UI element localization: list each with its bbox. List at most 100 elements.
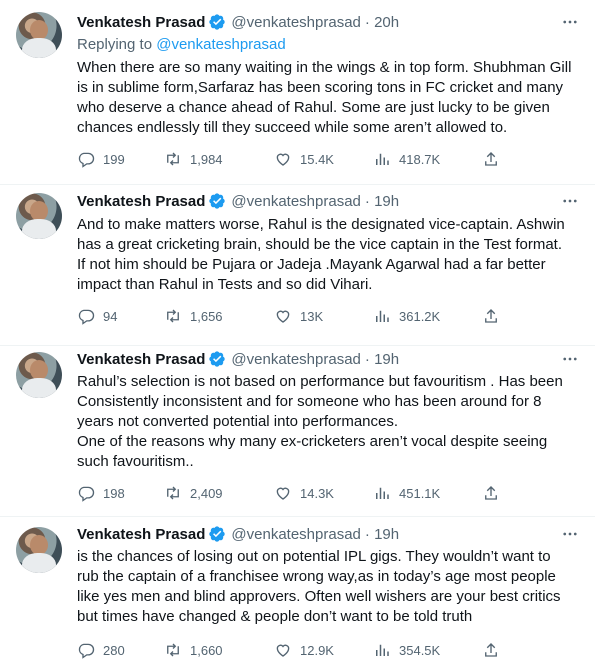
tweet-line: Rahul’s selection is not based on perfor… [77, 373, 563, 390]
tweet[interactable]: Venkatesh Prasad @venkateshprasad · 20h … [0, 0, 595, 184]
tweet-line: is in sublime form,Sarfaraz has been sco… [77, 79, 564, 96]
avatar[interactable] [16, 352, 62, 398]
tweet-actions: 199 1,984 15.4K 418.7K [77, 148, 507, 170]
like-button[interactable]: 12.9K [274, 639, 334, 661]
tweet[interactable]: Venkatesh Prasad @venkateshprasad · 19h … [0, 185, 595, 345]
retweet-button[interactable]: 1,656 [164, 305, 223, 327]
tweet-header: Venkatesh Prasad @venkateshprasad · 19h [77, 523, 399, 545]
retweet-count: 1,656 [190, 308, 223, 324]
views-button[interactable]: 361.2K [373, 305, 440, 327]
more-options-button[interactable] [559, 523, 581, 545]
retweet-icon [167, 643, 179, 657]
more-options-button[interactable] [559, 190, 581, 212]
more-icon [563, 20, 577, 24]
tweet-header: Venkatesh Prasad @venkateshprasad · 19h [77, 348, 399, 370]
tweet-line: such favouritism.. [77, 453, 194, 470]
replying-to: Replying to @venkateshprasad [77, 36, 286, 53]
tweet-line: has a great cricketing brain, should be … [77, 236, 562, 253]
heart-icon [276, 487, 290, 500]
tweet-line: like yes men and blind approvers. Often … [77, 588, 561, 605]
share-button[interactable] [482, 639, 508, 661]
author-handle[interactable]: @venkateshprasad [231, 526, 360, 543]
like-count: 15.4K [300, 151, 334, 167]
reply-button[interactable]: 280 [77, 639, 125, 661]
views-button[interactable]: 418.7K [373, 148, 440, 170]
reply-count: 280 [103, 642, 125, 658]
more-options-button[interactable] [559, 11, 581, 33]
share-icon [485, 152, 497, 166]
more-options-button[interactable] [559, 348, 581, 370]
verified-badge-icon [209, 526, 226, 542]
avatar[interactable] [16, 527, 62, 573]
author-name[interactable]: Venkatesh Prasad [77, 351, 205, 368]
replying-to-handle-link[interactable]: @venkateshprasad [156, 36, 285, 53]
author-handle[interactable]: @venkateshprasad [231, 14, 360, 31]
reply-count: 94 [103, 308, 118, 324]
reply-button[interactable]: 199 [77, 148, 125, 170]
tweet-actions: 198 2,409 14.3K 451.1K [77, 482, 507, 504]
timestamp[interactable]: · 19h [365, 351, 399, 368]
avatar[interactable] [16, 193, 62, 239]
verified-badge-icon [209, 14, 226, 30]
tweet-line: Consistently inconsistent and for someon… [77, 393, 542, 410]
retweet-button[interactable]: 1,984 [164, 148, 223, 170]
replying-to-label: Replying to [77, 36, 157, 53]
tweet-line: And to make matters worse, Rahul is the … [77, 216, 565, 233]
tweet-actions: 280 1,660 12.9K 354.5K [77, 639, 507, 661]
tweet-header: Venkatesh Prasad @venkateshprasad · 19h [77, 190, 399, 212]
tweet-line: One of the reasons why many ex-cricketer… [77, 433, 548, 450]
share-icon [485, 309, 497, 323]
tweet[interactable]: Venkatesh Prasad @venkateshprasad · 19h … [0, 517, 595, 670]
tweet-line: who deserve a chance ahead of Rahul. Som… [77, 99, 550, 116]
retweet-button[interactable]: 2,409 [164, 482, 223, 504]
reply-count: 199 [103, 151, 125, 167]
reply-count: 198 [103, 485, 125, 501]
tweet-text: Rahul’s selection is not based on perfor… [77, 372, 577, 472]
retweet-button[interactable]: 1,660 [164, 639, 223, 661]
heart-icon [276, 310, 290, 323]
more-icon [563, 357, 577, 361]
share-button[interactable] [482, 148, 508, 170]
share-button[interactable] [482, 482, 508, 504]
like-button[interactable]: 14.3K [274, 482, 334, 504]
like-count: 14.3K [300, 485, 334, 501]
tweet[interactable]: Venkatesh Prasad @venkateshprasad · 19h … [0, 346, 595, 516]
author-handle[interactable]: @venkateshprasad [231, 351, 360, 368]
views-count: 451.1K [399, 485, 441, 501]
tweet-line: is the chances of losing out on potentia… [77, 548, 551, 565]
retweet-count: 1,984 [190, 151, 223, 167]
author-name[interactable]: Venkatesh Prasad [77, 193, 205, 210]
tweet-line: If not him should be Pujara or Jadeja .M… [77, 256, 546, 273]
more-icon [563, 532, 577, 536]
share-button[interactable] [482, 305, 508, 327]
views-button[interactable]: 451.1K [373, 482, 440, 504]
like-button[interactable]: 15.4K [274, 148, 334, 170]
timestamp[interactable]: · 19h [365, 526, 399, 543]
reply-button[interactable]: 94 [77, 305, 117, 327]
like-button[interactable]: 13K [274, 305, 323, 327]
views-chart-icon [376, 310, 389, 322]
avatar[interactable] [16, 12, 62, 58]
retweet-icon [167, 309, 179, 323]
tweet-line: impact than Rahul in Tests and so did Vi… [77, 276, 373, 293]
author-handle[interactable]: @venkateshprasad [231, 193, 360, 210]
retweet-count: 2,409 [190, 485, 223, 501]
timestamp[interactable]: · 19h [365, 193, 399, 210]
views-count: 361.2K [399, 308, 441, 324]
tweet-line: When there are so many waiting in the wi… [77, 59, 572, 76]
author-name[interactable]: Venkatesh Prasad [77, 14, 205, 31]
more-icon [563, 199, 577, 203]
views-chart-icon [376, 487, 389, 499]
author-name[interactable]: Venkatesh Prasad [77, 526, 205, 543]
views-chart-icon [376, 644, 389, 656]
views-button[interactable]: 354.5K [373, 639, 440, 661]
tweet-line: rub the captain of a franchisee wrong wa… [77, 568, 556, 585]
share-icon [485, 643, 497, 657]
retweet-icon [167, 486, 179, 500]
retweet-icon [167, 152, 179, 166]
timestamp[interactable]: · 20h [365, 14, 399, 31]
tweet-line: but times have changed & people don’t wa… [77, 608, 473, 625]
tweet-line: chances endlessly till they succeed whil… [77, 119, 508, 136]
tweet-line: years not converted potential into perfo… [77, 413, 399, 430]
reply-button[interactable]: 198 [77, 482, 125, 504]
